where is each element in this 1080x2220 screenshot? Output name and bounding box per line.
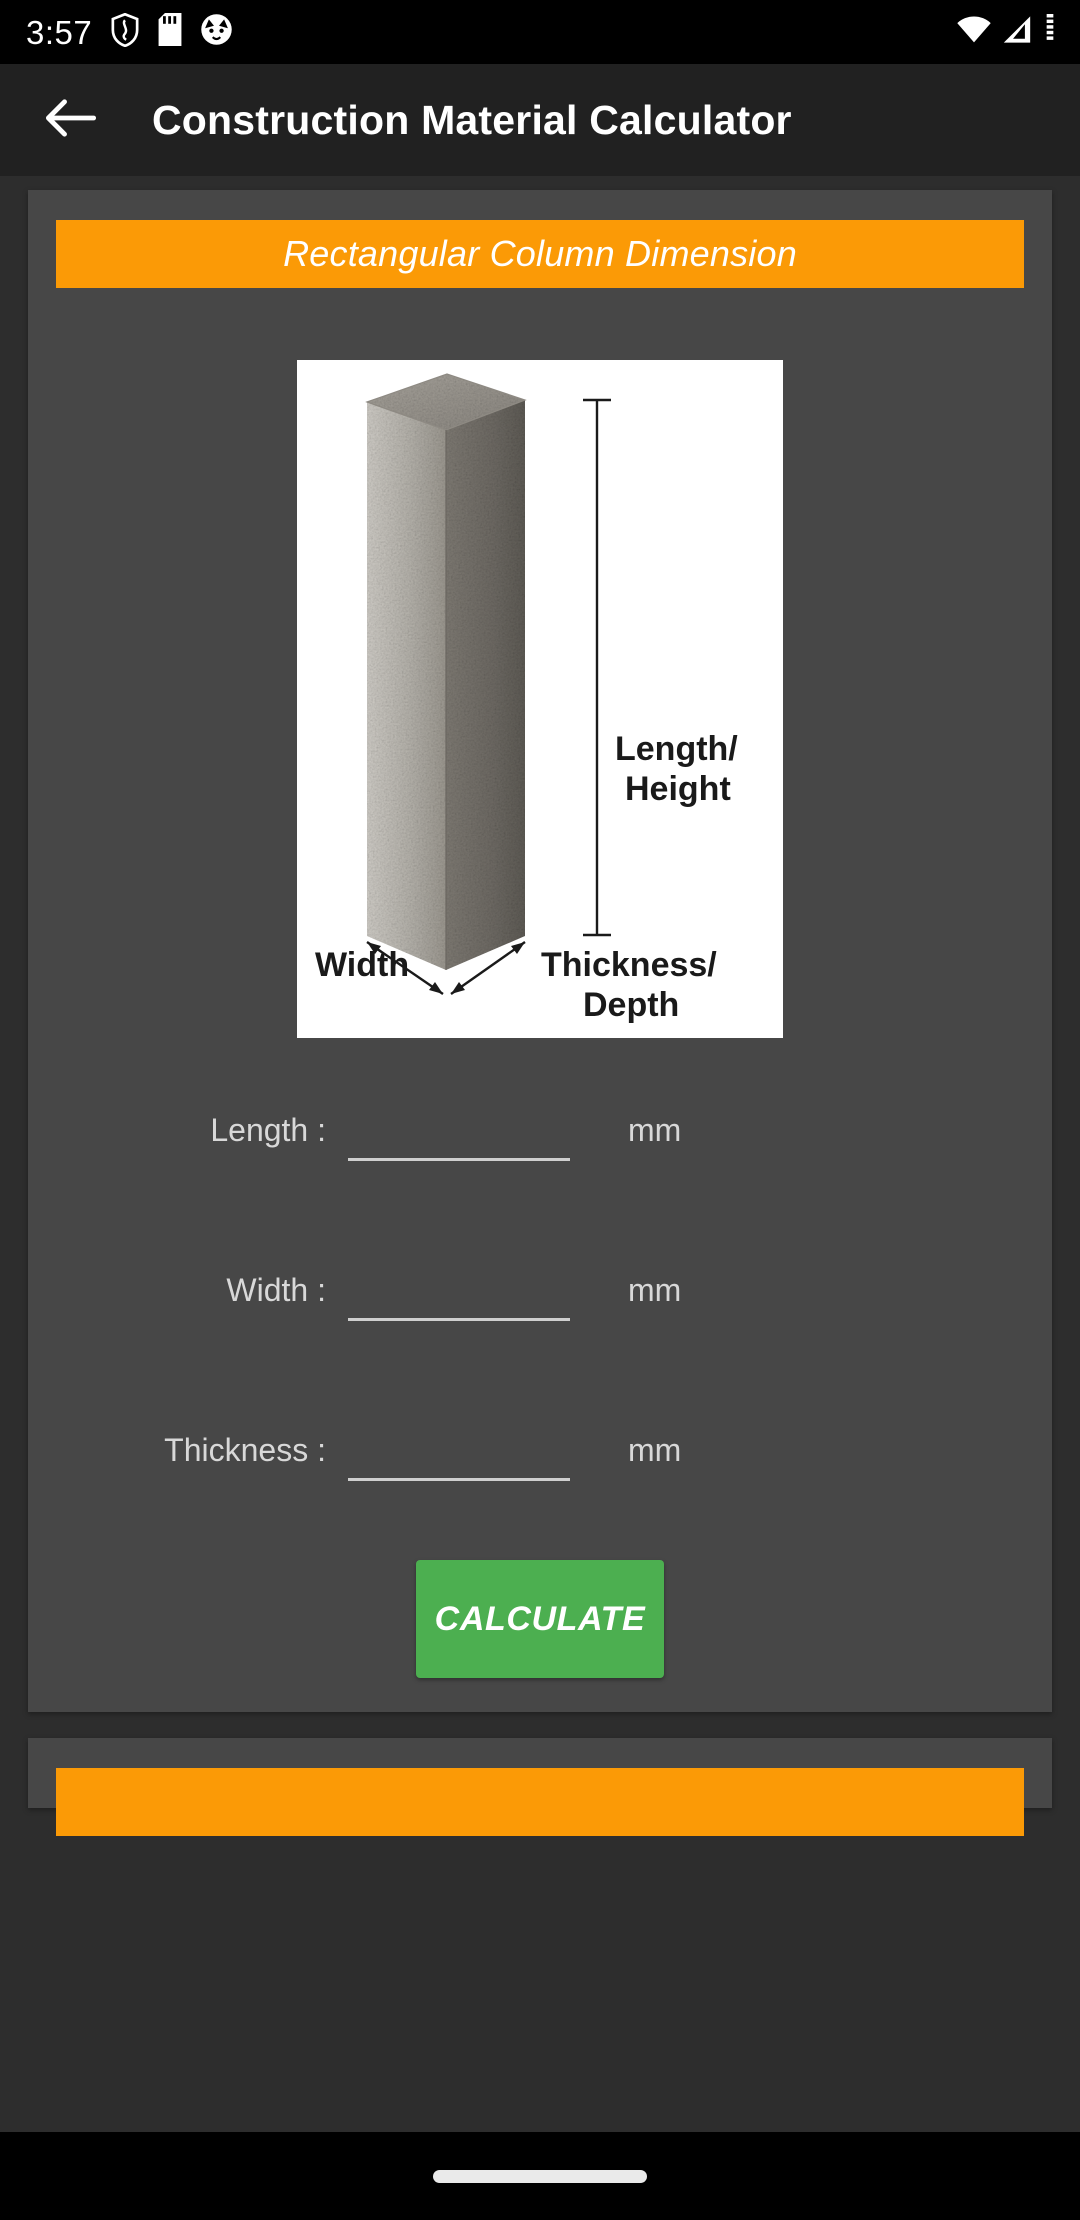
column-diagram: Length/ Height Width Thickness/ Depth xyxy=(297,360,783,1038)
next-card-preview[interactable] xyxy=(28,1738,1052,1836)
length-input-wrap xyxy=(348,1099,570,1161)
thickness-input[interactable] xyxy=(348,1435,570,1481)
card-banner: Rectangular Column Dimension xyxy=(56,220,1024,288)
app-bar: Construction Material Calculator xyxy=(0,64,1080,176)
cat-face-icon xyxy=(200,13,233,51)
cellular-signal-icon xyxy=(1001,15,1033,49)
page-title: Construction Material Calculator xyxy=(152,96,792,143)
back-arrow-icon xyxy=(45,97,97,144)
next-card-banner xyxy=(56,1768,1024,1836)
length-unit: mm xyxy=(628,1112,682,1148)
length-label: Length : xyxy=(210,1112,326,1148)
sd-card-icon xyxy=(158,13,182,51)
status-bar: 3:57 xyxy=(0,0,1080,64)
back-button[interactable] xyxy=(34,83,108,157)
form-row-thickness: Thickness : mm xyxy=(56,1410,1024,1490)
home-indicator[interactable] xyxy=(433,2169,647,2183)
status-bar-right xyxy=(956,0,1058,64)
diagram-label-depth-line1: Thickness/ xyxy=(541,946,717,984)
calculate-row: CALCULATE xyxy=(56,1560,1024,1678)
calculate-button[interactable]: CALCULATE xyxy=(416,1560,664,1678)
width-label: Width : xyxy=(226,1272,326,1308)
navigation-bar xyxy=(0,2132,1080,2220)
rectangular-column-card: Rectangular Column Dimension Length/ Hei… xyxy=(28,190,1052,1712)
shield-icon xyxy=(110,12,140,52)
diagram-label-height-line2: Height xyxy=(625,770,731,808)
dimension-form: Length : mm Width : mm Thickness: mm xyxy=(56,1090,1024,1490)
status-bar-left: 3:57 xyxy=(26,12,233,52)
form-spacer-2 xyxy=(56,1330,1024,1410)
thickness-unit: mm xyxy=(628,1432,682,1468)
phone-screen: 3:57 Construction Material Calculator Re… xyxy=(0,0,1080,2220)
form-spacer-1 xyxy=(56,1170,1024,1250)
column-diagram-svg: Length/ Height Width Thickness/ Depth xyxy=(297,360,783,1038)
width-input-wrap xyxy=(348,1259,570,1321)
wifi-icon xyxy=(956,15,992,49)
width-unit: mm xyxy=(628,1272,682,1308)
form-row-length: Length : mm xyxy=(56,1090,1024,1170)
diagram-label-width: Width xyxy=(315,946,409,984)
thickness-label: Thickness : xyxy=(164,1432,326,1468)
length-input[interactable] xyxy=(348,1115,570,1161)
status-clock: 3:57 xyxy=(26,13,93,51)
diagram-label-height-line1: Length/ xyxy=(615,730,738,768)
card-banner-title: Rectangular Column Dimension xyxy=(283,233,797,274)
thickness-input-wrap xyxy=(348,1419,570,1481)
diagram-label-depth-line2: Depth xyxy=(583,986,679,1024)
battery-icon xyxy=(1042,13,1058,51)
form-row-width: Width : mm xyxy=(56,1250,1024,1330)
width-input[interactable] xyxy=(348,1275,570,1321)
scroll-content[interactable]: Rectangular Column Dimension Length/ Hei… xyxy=(0,176,1080,2132)
